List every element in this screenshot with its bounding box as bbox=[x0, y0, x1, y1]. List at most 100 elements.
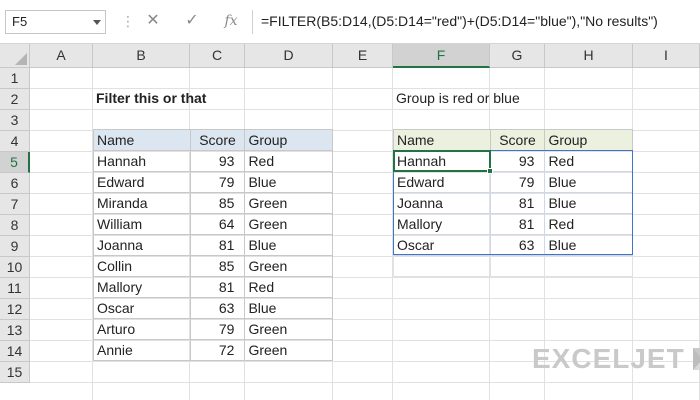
table-cell[interactable]: Miranda bbox=[93, 192, 191, 214]
table-row: Collin 85 Green bbox=[93, 255, 333, 277]
gridline-horizontal bbox=[30, 109, 700, 110]
result-table-header-name[interactable]: Name bbox=[393, 129, 491, 151]
enter-icon[interactable]: ✓ bbox=[179, 10, 205, 34]
table-cell[interactable]: Arturo bbox=[93, 318, 191, 340]
row-header-8[interactable]: 8 bbox=[0, 215, 30, 236]
table-row: Joanna 81 Blue bbox=[393, 192, 633, 214]
table-cell[interactable]: Green bbox=[244, 255, 333, 277]
table-cell[interactable]: Collin bbox=[93, 255, 191, 277]
select-all-corner[interactable] bbox=[0, 44, 30, 68]
logo-text: EXCELJET bbox=[532, 343, 685, 374]
table-cell[interactable]: 93 bbox=[189, 150, 246, 172]
empty-cell[interactable] bbox=[393, 255, 491, 277]
result-table-header-score[interactable]: Score bbox=[489, 129, 546, 151]
column-header-a[interactable]: A bbox=[30, 44, 93, 68]
fx-icon[interactable]: fx bbox=[218, 10, 244, 34]
column-header-c[interactable]: C bbox=[190, 44, 245, 68]
empty-cell[interactable] bbox=[544, 255, 633, 277]
table-cell[interactable]: Oscar bbox=[393, 234, 491, 256]
table-row: Hannah 93 Red bbox=[93, 150, 333, 172]
row-header-2[interactable]: 2 bbox=[0, 89, 30, 110]
table-cell[interactable]: Blue bbox=[244, 171, 333, 193]
table-cell[interactable]: Red bbox=[544, 213, 633, 235]
table-cell[interactable]: Blue bbox=[244, 297, 333, 319]
table-cell[interactable]: Red bbox=[244, 150, 333, 172]
formula-bar-grip[interactable]: ⋮ bbox=[121, 10, 135, 34]
table-cell[interactable]: Green bbox=[244, 339, 333, 361]
column-header-d[interactable]: D bbox=[245, 44, 333, 68]
row-header-14[interactable]: 14 bbox=[0, 341, 30, 362]
table-cell[interactable]: Mallory bbox=[393, 213, 491, 235]
table-cell[interactable]: 81 bbox=[489, 192, 546, 214]
row-header-15[interactable]: 15 bbox=[0, 362, 30, 383]
table-cell[interactable]: Blue bbox=[244, 234, 333, 256]
empty-cell[interactable] bbox=[489, 255, 546, 277]
exceljet-mark-icon bbox=[692, 348, 700, 370]
table-cell[interactable]: 85 bbox=[189, 255, 246, 277]
table-cell[interactable]: Green bbox=[244, 318, 333, 340]
table-cell[interactable]: Joanna bbox=[393, 192, 491, 214]
table-row: Oscar 63 Blue bbox=[93, 297, 333, 319]
row-header-9[interactable]: 9 bbox=[0, 236, 30, 257]
table-row: Annie 72 Green bbox=[93, 339, 333, 361]
row-header-7[interactable]: 7 bbox=[0, 194, 30, 215]
table-cell[interactable]: 93 bbox=[489, 150, 546, 172]
table-cell[interactable]: Edward bbox=[93, 171, 191, 193]
row-header-5[interactable]: 5 bbox=[0, 152, 30, 173]
row-header-4[interactable]: 4 bbox=[0, 131, 30, 152]
table-cell[interactable]: Edward bbox=[393, 171, 491, 193]
source-table-header-row: Name Score Group bbox=[93, 129, 333, 151]
row-header-13[interactable]: 13 bbox=[0, 320, 30, 341]
table-cell[interactable]: Hannah bbox=[93, 150, 191, 172]
table-cell[interactable]: 85 bbox=[189, 192, 246, 214]
column-header-g[interactable]: G bbox=[490, 44, 545, 68]
table-cell[interactable]: Blue bbox=[544, 171, 633, 193]
row-header-1[interactable]: 1 bbox=[0, 68, 30, 89]
table-cell[interactable]: Red bbox=[544, 150, 633, 172]
table-cell[interactable]: Joanna bbox=[93, 234, 191, 256]
table-cell[interactable]: 79 bbox=[189, 318, 246, 340]
table-cell[interactable]: William bbox=[93, 213, 191, 235]
row-header-10[interactable]: 10 bbox=[0, 257, 30, 278]
table-cell[interactable]: Annie bbox=[93, 339, 191, 361]
name-box[interactable]: F5 bbox=[5, 10, 106, 34]
table-cell[interactable]: Mallory bbox=[93, 276, 191, 298]
table-row: Edward 79 Blue bbox=[393, 171, 633, 193]
table-cell[interactable]: Green bbox=[244, 192, 333, 214]
table-row: William 64 Green bbox=[93, 213, 333, 235]
table-cell[interactable]: 81 bbox=[189, 276, 246, 298]
table-cell[interactable]: 64 bbox=[189, 213, 246, 235]
table-cell[interactable]: Green bbox=[244, 213, 333, 235]
column-header-f[interactable]: F bbox=[393, 44, 490, 68]
table-cell[interactable]: 72 bbox=[189, 339, 246, 361]
column-header-e[interactable]: E bbox=[333, 44, 393, 68]
table-cell[interactable]: 63 bbox=[189, 297, 246, 319]
row-header-11[interactable]: 11 bbox=[0, 278, 30, 299]
fill-handle[interactable] bbox=[487, 168, 493, 174]
source-table-header-group[interactable]: Group bbox=[244, 129, 333, 151]
table-cell[interactable]: Red bbox=[244, 276, 333, 298]
result-table-header-group[interactable]: Group bbox=[544, 129, 633, 151]
column-header-b[interactable]: B bbox=[93, 44, 190, 68]
row-header-12[interactable]: 12 bbox=[0, 299, 30, 320]
row-header-6[interactable]: 6 bbox=[0, 173, 30, 194]
table-cell[interactable]: 81 bbox=[489, 213, 546, 235]
table-cell[interactable]: 81 bbox=[189, 234, 246, 256]
column-header-h[interactable]: H bbox=[545, 44, 633, 68]
table-cell[interactable]: Blue bbox=[544, 234, 633, 256]
column-header-i[interactable]: I bbox=[633, 44, 700, 68]
formula-input[interactable]: =FILTER(B5:D14,(D5:D14="red")+(D5:D14="b… bbox=[252, 10, 696, 34]
source-table-header-score[interactable]: Score bbox=[189, 129, 246, 151]
table-cell[interactable]: 63 bbox=[489, 234, 546, 256]
chevron-down-icon[interactable] bbox=[93, 20, 101, 25]
cancel-icon[interactable]: ✕ bbox=[140, 10, 166, 34]
table-cell[interactable]: 79 bbox=[489, 171, 546, 193]
formula-bar: F5 ⋮ ✕ ✓ fx =FILTER(B5:D14,(D5:D14="red"… bbox=[0, 0, 700, 44]
table-cell[interactable]: Blue bbox=[544, 192, 633, 214]
source-table-header-name[interactable]: Name bbox=[93, 129, 191, 151]
row-header-3[interactable]: 3 bbox=[0, 110, 30, 131]
table-cell[interactable]: Oscar bbox=[93, 297, 191, 319]
table-cell[interactable]: 79 bbox=[189, 171, 246, 193]
gridline-horizontal bbox=[30, 382, 700, 383]
table-cell[interactable]: Hannah bbox=[393, 150, 491, 172]
